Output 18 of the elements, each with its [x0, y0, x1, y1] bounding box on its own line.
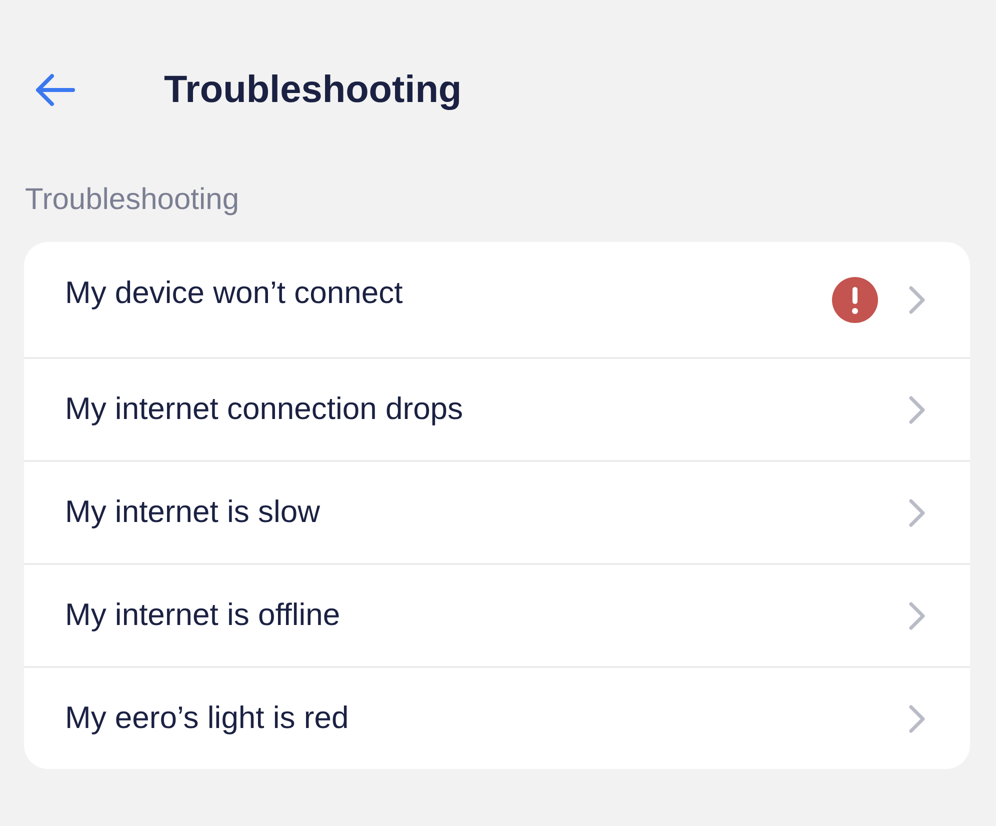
item-label: My internet is slow [65, 493, 321, 532]
list-item[interactable]: My eero’s light is red [24, 666, 970, 769]
item-label: My device won’t connect [65, 274, 404, 312]
chevron-right-icon [908, 498, 926, 528]
list-item[interactable]: My internet connection drops [24, 357, 970, 460]
page-title: Troubleshooting [164, 68, 462, 112]
section-label: Troubleshooting [25, 182, 240, 218]
chevron-right-icon [908, 284, 926, 314]
item-label: My internet is offline [65, 596, 342, 634]
chevron-right-icon [908, 600, 926, 630]
chevron-right-icon [908, 394, 926, 424]
back-arrow-icon [35, 73, 75, 107]
list-item[interactable]: My internet is offline [24, 563, 970, 666]
item-label: My internet connection drops [65, 390, 464, 428]
item-label: My eero’s light is red [65, 699, 350, 738]
list-item[interactable]: My internet is slow [24, 460, 970, 563]
list-item[interactable]: My device won’t connect [24, 242, 970, 357]
chevron-right-icon [908, 704, 926, 734]
